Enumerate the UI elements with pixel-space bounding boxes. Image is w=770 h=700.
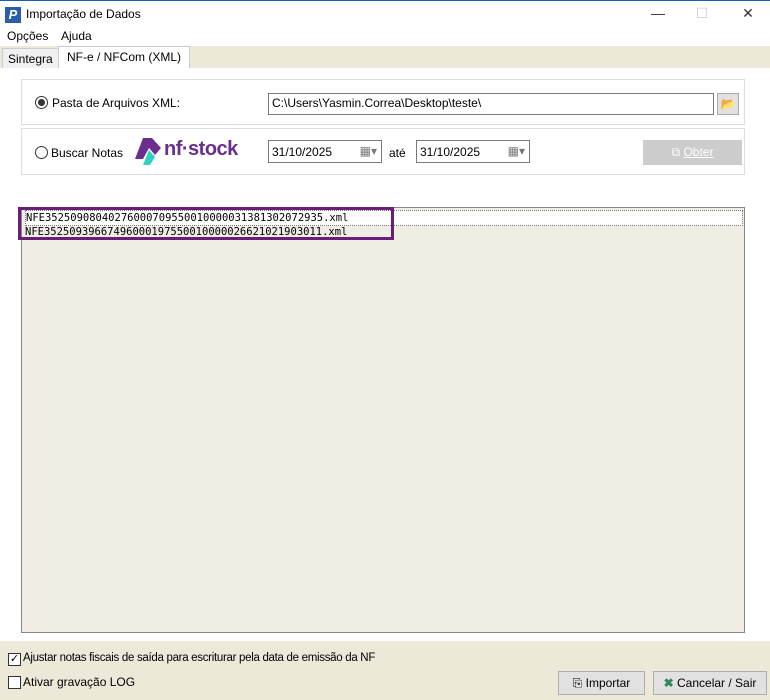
x-icon: ✖ bbox=[663, 676, 677, 690]
date-from-input[interactable]: 31/10/2025 ▦▾ bbox=[268, 140, 382, 163]
title-bar: P Importação de Dados — ☐ ✕ bbox=[0, 0, 770, 28]
app-icon: P bbox=[5, 7, 21, 23]
folder-panel: Pasta de Arquivos XML: C:\Users\Yasmin.C… bbox=[21, 79, 745, 125]
import-button[interactable]: ⎘ Importar bbox=[558, 671, 645, 695]
date-to-value: 31/10/2025 bbox=[420, 145, 481, 159]
fetch-icon: ⧉ bbox=[671, 145, 684, 159]
log-checkbox[interactable] bbox=[8, 676, 21, 689]
nfstock-logo-text: nf·stock bbox=[164, 138, 238, 160]
selection-highlight bbox=[18, 207, 394, 240]
file-list[interactable]: NFE3525090804027600070955001000003138130… bbox=[21, 207, 745, 633]
maximize-button[interactable]: ☐ bbox=[692, 5, 712, 25]
minimize-button[interactable]: — bbox=[648, 5, 668, 25]
log-label: Ativar gravação LOG bbox=[23, 675, 136, 689]
fetch-button[interactable]: ⧉ Obter bbox=[643, 140, 742, 165]
menu-ajuda[interactable]: Ajuda bbox=[61, 29, 92, 43]
adjust-checkbox[interactable]: ✓ bbox=[8, 653, 21, 666]
tab-sintegra[interactable]: Sintegra bbox=[2, 48, 59, 68]
menu-bar: Opções Ajuda bbox=[0, 28, 770, 46]
nfstock-logo-icon bbox=[135, 138, 161, 165]
menu-opcoes[interactable]: Opções bbox=[7, 29, 48, 43]
import-label: Importar bbox=[585, 676, 631, 690]
calendar-icon[interactable]: ▦▾ bbox=[360, 144, 377, 158]
window-title: Importação de Dados bbox=[26, 7, 141, 21]
close-button[interactable]: ✕ bbox=[738, 5, 758, 25]
calendar-icon[interactable]: ▦▾ bbox=[508, 144, 525, 158]
open-folder-icon: 📂 bbox=[720, 97, 736, 111]
tab-strip: Sintegra NF-e / NFCom (XML) bbox=[0, 46, 770, 68]
import-icon: ⎘ bbox=[572, 676, 586, 690]
folder-radio[interactable] bbox=[35, 96, 48, 109]
adjust-label: Ajustar notas fiscais de saída para escr… bbox=[23, 652, 376, 664]
search-panel: Buscar Notas nf·stock 31/10/2025 ▦▾ até … bbox=[21, 128, 745, 175]
until-label: até bbox=[389, 146, 406, 160]
search-label: Buscar Notas bbox=[51, 146, 124, 160]
search-radio[interactable] bbox=[35, 146, 48, 159]
tab-nfe-xml[interactable]: NF-e / NFCom (XML) bbox=[58, 46, 190, 68]
fetch-label: Obter bbox=[683, 145, 714, 159]
cancel-button[interactable]: ✖ Cancelar / Sair bbox=[653, 671, 767, 695]
date-to-input[interactable]: 31/10/2025 ▦▾ bbox=[416, 140, 530, 163]
bottom-bar: ✓ Ajustar notas fiscais de saída para es… bbox=[0, 641, 770, 700]
cancel-label: Cancelar / Sair bbox=[677, 676, 757, 690]
folder-path-input[interactable]: C:\Users\Yasmin.Correa\Desktop\teste\ bbox=[268, 93, 714, 115]
date-from-value: 31/10/2025 bbox=[272, 145, 333, 159]
folder-label: Pasta de Arquivos XML: bbox=[52, 96, 181, 110]
browse-folder-button[interactable]: 📂 bbox=[717, 93, 739, 115]
